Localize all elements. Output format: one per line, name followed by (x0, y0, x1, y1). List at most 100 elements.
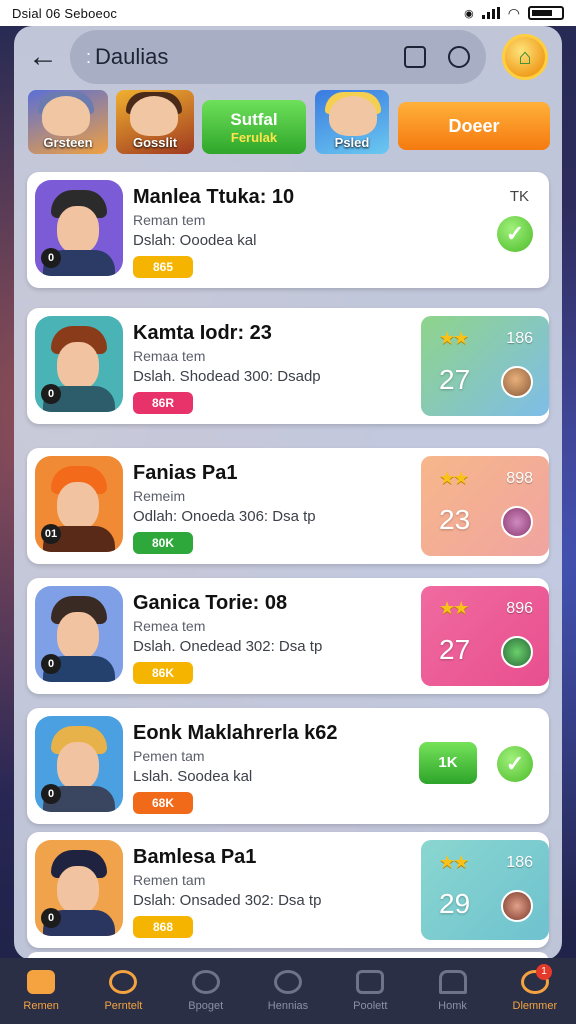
level-badge: 0 (41, 384, 61, 404)
hero-face (42, 96, 90, 136)
price-tag: 86K (133, 662, 193, 684)
mini-avatar (501, 636, 533, 668)
stat-panel[interactable]: ★★ 898 23 (421, 456, 549, 556)
nav-item-shop[interactable]: Bpoget (165, 958, 247, 1024)
home-icon (27, 970, 56, 994)
nfc-icon: ◉ (464, 7, 474, 20)
crown-icon (438, 970, 467, 994)
home-coin-icon[interactable]: ⌂ (502, 34, 548, 80)
price-tag: 86R (133, 392, 193, 414)
price-tag: 868 (133, 916, 193, 938)
shield-icon (191, 970, 220, 994)
nav-item-profile[interactable]: 1 Dlemmer (494, 958, 576, 1024)
filter-chips: Grsteen Gosslit Sutfal Ferulak Psled Doe… (28, 90, 552, 158)
nav-label: Bpoget (188, 1000, 224, 1012)
card-title: Fanias Pa1 (133, 462, 238, 484)
green-badge-button[interactable]: 1K (419, 742, 477, 784)
avatar: 01 (35, 456, 123, 552)
list-item[interactable]: 0 Kamta Iodr: 23 Remaa tem Dslah. Shodea… (27, 308, 549, 424)
card-description: Dslah. Onedead 302: Dsa tp (133, 638, 323, 655)
mini-avatar (501, 366, 533, 398)
level-badge: 0 (41, 784, 61, 804)
card-title: Kamta Iodr: 23 (133, 322, 272, 344)
nav-label: Dlemmer (512, 1000, 558, 1012)
avatar: 0 (35, 586, 123, 682)
check-icon[interactable]: ✓ (497, 746, 533, 782)
mini-avatar (501, 506, 533, 538)
nav-item-heroes[interactable]: Hennias (247, 958, 329, 1024)
chip-hero-2[interactable]: Gosslit (116, 90, 194, 154)
list-item[interactable]: 01 Fanias Pa1 Remeim Odlah: Onoeda 306: … (27, 448, 549, 564)
status-time: Dsial 06 Seboeoc (12, 5, 118, 21)
level-badge: 0 (41, 654, 61, 674)
search-icon (109, 970, 138, 994)
chip-hero-1[interactable]: Grsteen (28, 90, 108, 154)
check-icon[interactable]: ✓ (497, 216, 533, 252)
nav-item-search[interactable]: Perntelt (82, 958, 164, 1024)
chip-action-button[interactable]: Doeer (398, 102, 550, 150)
hero-face (329, 96, 377, 136)
chip-sublabel: Ferulak (230, 129, 278, 145)
nav-label: Hennias (267, 1000, 309, 1012)
card-subtitle: Remea tem (133, 618, 206, 634)
card-subtitle: Remaa tem (133, 348, 206, 364)
chip-hero-3[interactable]: Psled (315, 90, 389, 154)
list-item[interactable]: 0 Bamlesa Pa1 Remen tam Dslah: Onsaded 3… (27, 832, 549, 948)
hero-face (130, 96, 178, 136)
avatar: 0 (35, 180, 123, 276)
card-subtitle: Remeim (133, 488, 186, 504)
nav-item-homk[interactable]: Homk (411, 958, 493, 1024)
chip-filter-button[interactable]: Sutfal Ferulak (202, 100, 306, 154)
star-rating-icon: ★★ (439, 328, 469, 348)
notification-badge: 1 (535, 964, 552, 980)
card-title: Manlea Ttuka: 10 (133, 186, 295, 208)
top-header: ← : Daulias ⌂ (26, 30, 556, 84)
status-bar: Dsial 06 Seboeoc ◉ ◠ (0, 0, 576, 26)
price-tag: 68K (133, 792, 193, 814)
stat-big: 27 (439, 364, 471, 395)
chip-label: Grsteen (43, 135, 93, 150)
card-subtitle: Reman tem (133, 212, 206, 228)
stat-small: 186 (506, 854, 533, 871)
nav-label: Remen (23, 1000, 59, 1012)
card-description: Odlah: Onoeda 306: Dsa tp (133, 508, 316, 525)
avatar: 0 (35, 316, 123, 412)
stat-small: 186 (506, 330, 533, 347)
stat-big: 23 (439, 504, 471, 535)
stat-panel[interactable]: ★★ 186 29 (421, 840, 549, 940)
nav-label: Poolett (353, 1000, 388, 1012)
chip-label: Gosslit (132, 135, 178, 150)
avatar: 0 (35, 716, 123, 812)
avatar: 0 (35, 840, 123, 936)
stat-small: 898 (506, 470, 533, 487)
bookmark-icon[interactable] (404, 46, 426, 68)
star-rating-icon: ★★ (439, 852, 469, 872)
level-badge: 0 (41, 908, 61, 928)
back-arrow-icon[interactable]: ← (26, 40, 60, 74)
price-tag: 865 (133, 256, 193, 278)
level-badge: 01 (41, 524, 61, 544)
settings-icon[interactable] (448, 46, 470, 68)
list-item[interactable]: 0 Eonk Maklahrerla k62 Pemen tam Lslah. … (27, 708, 549, 824)
stat-panel[interactable]: ★★ 896 27 (421, 586, 549, 686)
card-corner-label: TK (509, 188, 529, 205)
card-description: Lslah. Soodea kal (133, 768, 253, 785)
card-title: Ganica Torie: 08 (133, 592, 288, 614)
nav-label: Homk (438, 1000, 467, 1012)
search-input[interactable]: Daulias (95, 44, 386, 70)
battery-icon (528, 6, 564, 20)
stat-small: 896 (506, 600, 533, 617)
search-bar[interactable]: : Daulias (70, 30, 486, 84)
list-item[interactable]: 0 Manlea Ttuka: 10 Reman tem Dslah: Oood… (27, 172, 549, 288)
stat-big: 29 (439, 888, 471, 919)
card-subtitle: Pemen tam (133, 748, 205, 764)
list-item[interactable]: 0 Ganica Torie: 08 Remea tem Dslah. Oned… (27, 578, 549, 694)
nav-item-pool[interactable]: Poolett (329, 958, 411, 1024)
level-badge: 0 (41, 248, 61, 268)
star-rating-icon: ★★ (439, 598, 469, 618)
star-rating-icon: ★★ (439, 468, 469, 488)
chip-label: Doeer (448, 115, 500, 136)
card-description: Dslah: Ooodea kal (133, 232, 257, 249)
stat-panel[interactable]: ★★ 186 27 (421, 316, 549, 416)
nav-item-home[interactable]: Remen (0, 958, 82, 1024)
